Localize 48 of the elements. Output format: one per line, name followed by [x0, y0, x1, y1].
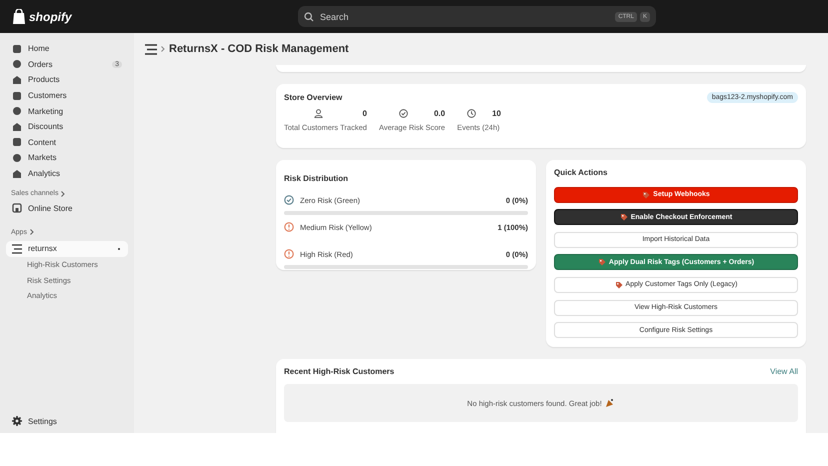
tag-icon — [620, 213, 628, 222]
nav-item[interactable]: Content — [6, 134, 128, 150]
nav-item[interactable]: Home — [6, 41, 128, 57]
settings-item[interactable]: Settings — [6, 413, 128, 429]
nav-icon — [12, 74, 22, 85]
nav-item[interactable]: Markets — [6, 150, 128, 166]
nav-item[interactable]: Online Store — [6, 200, 128, 216]
nav-icon — [12, 106, 22, 116]
shopping-bag-icon — [12, 8, 26, 24]
nav-item[interactable]: Discounts — [6, 118, 128, 135]
settings-icon — [12, 416, 22, 426]
tag-icon — [614, 280, 623, 289]
nav-icon — [12, 122, 22, 132]
card-title: Recent High-Risk Customers — [284, 367, 396, 376]
nav-icon — [12, 168, 22, 179]
app-item[interactable]: returnsx — [6, 240, 128, 257]
search-icon — [304, 12, 314, 22]
nav-icon — [12, 44, 22, 54]
stat-value: 10 — [492, 109, 502, 118]
chevron-icon — [161, 46, 165, 52]
stat-icon — [467, 109, 476, 118]
store-icon — [12, 203, 22, 214]
chevron-icon — [30, 229, 34, 236]
card-title: Quick Actions — [554, 168, 608, 177]
tag-icon — [598, 258, 606, 266]
chevron-icon — [61, 190, 66, 197]
menu-icon — [12, 244, 22, 254]
nav-item[interactable]: Customers — [6, 88, 128, 104]
view-all-link[interactable]: View All — [770, 367, 798, 376]
nav-icon — [12, 137, 22, 148]
shopify-logo[interactable]: shopify — [29, 10, 72, 24]
card-title: Store Overview — [284, 93, 344, 102]
page-title: ReturnsX - COD Risk Management — [169, 43, 349, 55]
menu-icon — [145, 44, 157, 54]
stat-value: 0 — [362, 109, 367, 118]
card-title: Risk Distribution — [284, 174, 348, 183]
nav-item[interactable]: Marketing — [6, 103, 128, 119]
stat-icon — [314, 109, 323, 118]
nav-icon — [12, 90, 22, 101]
nav-icon — [12, 152, 22, 163]
nav-item[interactable]: Analytics — [6, 166, 128, 182]
stat-icon — [398, 109, 408, 118]
search-input[interactable]: Search — [320, 12, 612, 22]
party-icon — [604, 398, 615, 408]
tag-icon — [642, 190, 650, 199]
nav-item[interactable]: Products — [6, 72, 128, 88]
nav-icon — [12, 59, 22, 70]
stat-value: 0.0 — [434, 109, 446, 118]
